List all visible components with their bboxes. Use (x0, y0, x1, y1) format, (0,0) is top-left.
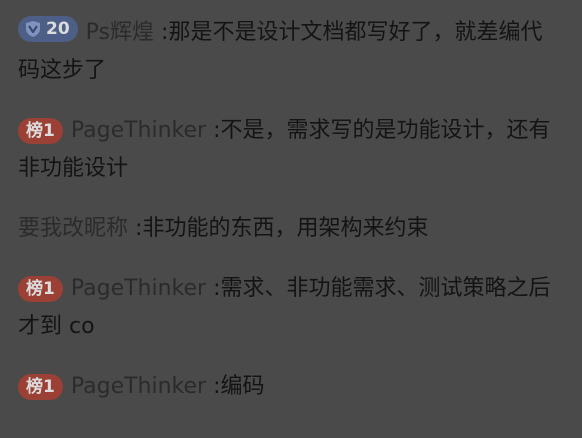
username[interactable]: PageThinker (71, 276, 206, 301)
username[interactable]: PageThinker (71, 118, 206, 143)
level-number: 20 (46, 19, 70, 39)
username[interactable]: Ps辉煌 (86, 20, 154, 45)
chat-message: 20 Ps辉煌 :那是不是设计文档都写好了，就差编代码这步了 (18, 14, 564, 90)
chat-message: 要我改昵称 :非功能的东西，用架构来约束 (18, 210, 564, 248)
username[interactable]: 要我改昵称 (18, 216, 128, 241)
rank-badge: 榜1 (18, 118, 63, 144)
username[interactable]: PageThinker (71, 374, 206, 399)
rank-label: 榜1 (26, 377, 55, 397)
chat-message: 榜1 PageThinker :需求、非功能需求、测试策略之后才到 co (18, 270, 564, 346)
rank-label: 榜1 (26, 279, 55, 299)
chat-message: 榜1 PageThinker :编码 (18, 368, 564, 406)
chat-message: 榜1 PageThinker :不是，需求写的是功能设计，还有非功能设计 (18, 112, 564, 188)
level-badge: 20 (18, 16, 78, 42)
separator: : (213, 374, 221, 399)
separator: : (213, 118, 221, 143)
rank-badge: 榜1 (18, 374, 63, 400)
message-text: 编码 (220, 374, 265, 399)
v-shield-icon (26, 21, 40, 37)
rank-badge: 榜1 (18, 276, 63, 302)
rank-label: 榜1 (26, 121, 55, 141)
message-text: 非功能的东西，用架构来约束 (142, 216, 429, 241)
separator: : (213, 276, 221, 301)
chat-message-list: 20 Ps辉煌 :那是不是设计文档都写好了，就差编代码这步了 榜1 PageTh… (0, 0, 582, 438)
